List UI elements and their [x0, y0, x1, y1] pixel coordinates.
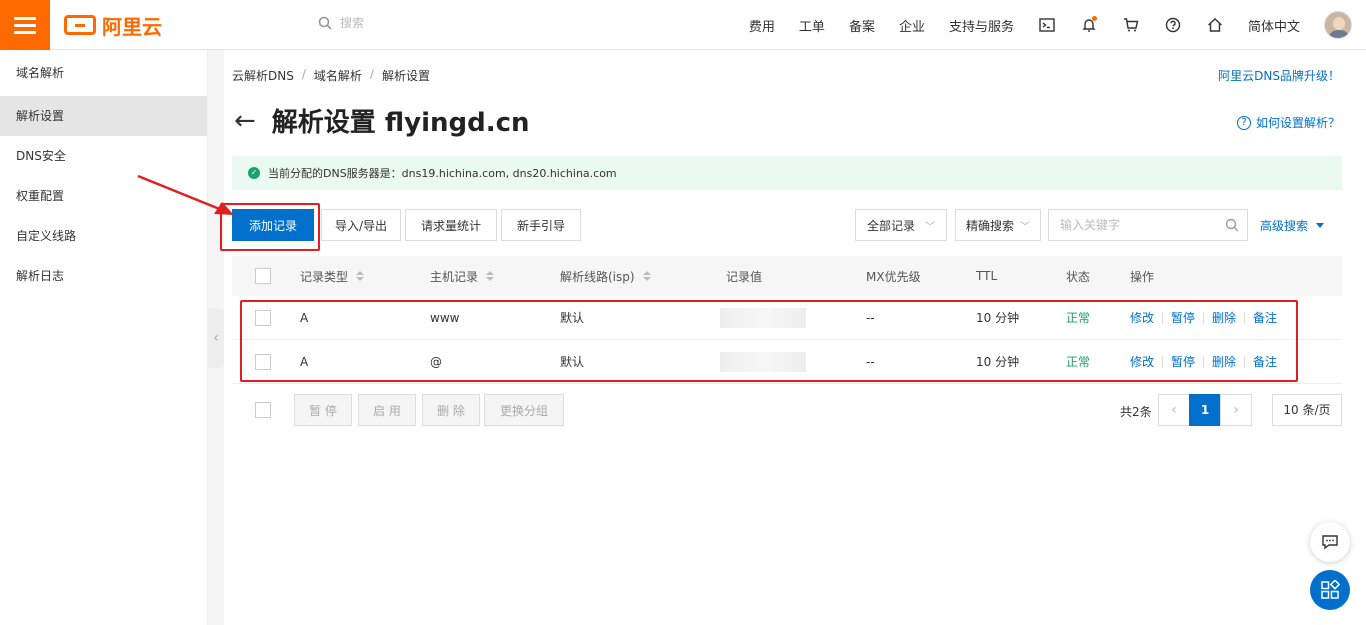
page-title-row: ← 解析设置 flyingd.cn — [234, 102, 530, 139]
chevron-left-icon: ‹ — [1171, 402, 1177, 418]
sidebar-item-resolution-settings[interactable]: 解析设置 — [0, 96, 207, 136]
page-button-current[interactable]: 1 — [1189, 394, 1221, 426]
batch-actions-bar: 暂 停 启 用 删 除 更换分组 共2条 ‹ 1 › 10 条/页 — [232, 394, 1342, 426]
hamburger-menu-button[interactable] — [0, 0, 50, 50]
col-record-type[interactable]: 记录类型 — [300, 256, 365, 296]
beginner-guide-button[interactable]: 新手引导 — [501, 209, 581, 241]
search-mode-select[interactable]: 精确搜索 ﹀ — [955, 209, 1041, 241]
advanced-search-label: 高级搜索 — [1260, 219, 1309, 233]
nav-enterprise[interactable]: 企业 — [887, 16, 937, 35]
batch-pause-button[interactable]: 暂 停 — [294, 394, 352, 426]
breadcrumb-separator: / — [369, 67, 374, 81]
global-search[interactable]: 搜索 — [318, 14, 364, 31]
language-switch[interactable]: 简体中文 — [1236, 16, 1312, 35]
chevron-down-icon: ﹀ — [925, 221, 935, 233]
keyword-placeholder: 输入关键字 — [1060, 218, 1121, 232]
sidebar-collapse-handle[interactable]: ‹ — [208, 308, 224, 368]
sidebar-item-domain-resolution[interactable]: 域名解析 — [0, 50, 207, 96]
col-value: 记录值 — [726, 269, 763, 284]
col-actions: 操作 — [1130, 269, 1155, 284]
check-circle-icon: ✓ — [248, 167, 260, 179]
search-icon[interactable] — [1225, 218, 1239, 232]
cart-icon[interactable] — [1110, 0, 1152, 50]
batch-select-checkbox[interactable] — [255, 402, 271, 418]
search-mode-value: 精确搜索 — [965, 218, 1014, 233]
page-title: 解析设置 flyingd.cn — [271, 108, 530, 138]
import-export-button[interactable]: 导入/导出 — [321, 209, 401, 241]
col-ttl: TTL — [976, 269, 998, 283]
nav-support[interactable]: 支持与服务 — [937, 16, 1026, 35]
annotation-arrow — [137, 174, 234, 215]
chevron-left-icon: ‹ — [213, 330, 219, 346]
nav-tickets[interactable]: 工单 — [787, 16, 837, 35]
apps-icon — [1321, 580, 1340, 599]
user-avatar[interactable] — [1324, 11, 1352, 39]
feedback-chat-button[interactable] — [1310, 522, 1350, 562]
col-mx: MX优先级 — [866, 269, 921, 284]
page-size-select[interactable]: 10 条/页 — [1272, 394, 1342, 426]
search-icon — [318, 16, 332, 30]
dns-server-notice: ✓ 当前分配的DNS服务器是：dns19.hichina.com, dns20.… — [232, 156, 1342, 190]
record-filter-value: 全部记录 — [866, 218, 915, 233]
breadcrumb-separator: / — [301, 67, 306, 81]
change-group-button[interactable]: 更换分组 — [484, 394, 564, 426]
col-label: 解析线路(isp) — [560, 269, 635, 284]
col-label: 记录类型 — [300, 269, 349, 284]
batch-delete-button[interactable]: 删 除 — [422, 394, 480, 426]
nav-fees[interactable]: 费用 — [737, 16, 787, 35]
sort-icon — [356, 271, 365, 281]
keyword-search-input[interactable]: 输入关键字 — [1048, 209, 1248, 241]
search-placeholder: 搜索 — [340, 16, 365, 30]
chat-icon — [1322, 535, 1338, 550]
request-stats-button[interactable]: 请求量统计 — [405, 209, 497, 241]
prev-page-button[interactable]: ‹ — [1158, 394, 1190, 426]
col-label: 主机记录 — [430, 269, 479, 284]
top-nav: 费用 工单 备案 企业 支持与服务 简体中文 — [737, 0, 1366, 50]
table-header: 记录类型 主机记录 解析线路(isp) 记录值 MX优先级 TTL 状态 操作 — [232, 256, 1342, 296]
sidebar-item-resolution-log[interactable]: 解析日志 — [0, 256, 207, 296]
aliyun-logo-icon — [64, 15, 96, 35]
select-all-checkbox[interactable] — [255, 268, 271, 284]
batch-enable-button[interactable]: 启 用 — [358, 394, 416, 426]
annotation-highlight-rows — [240, 300, 1298, 382]
pager-total: 共2条 — [1120, 405, 1152, 419]
chevron-right-icon: › — [1233, 402, 1239, 418]
brand-upgrade-link[interactable]: 阿里云DNS品牌升级！ — [1218, 67, 1340, 84]
help-icon[interactable] — [1152, 0, 1194, 50]
breadcrumb-item[interactable]: 域名解析 — [314, 67, 362, 84]
back-arrow-icon[interactable]: ← — [234, 106, 256, 136]
sort-icon — [642, 271, 651, 281]
sidebar-item-custom-line[interactable]: 自定义线路 — [0, 216, 207, 256]
question-circle-icon: ? — [1236, 115, 1251, 130]
breadcrumb-item: 解析设置 — [381, 69, 430, 83]
chevron-down-icon: ﹀ — [1020, 221, 1030, 233]
notice-text: 当前分配的DNS服务器是：dns19.hichina.com, dns20.hi… — [268, 167, 617, 180]
col-line[interactable]: 解析线路(isp) — [560, 256, 651, 296]
nav-icp[interactable]: 备案 — [837, 16, 887, 35]
logo-text: 阿里云 — [102, 14, 162, 39]
how-to-resolve-link[interactable]: ? 如何设置解析？ — [1236, 114, 1340, 131]
help-link-label: 如何设置解析？ — [1255, 116, 1340, 130]
bell-icon[interactable] — [1068, 0, 1110, 50]
sidebar: 域名解析 解析设置 DNS安全 权重配置 自定义线路 解析日志 — [0, 50, 208, 625]
breadcrumb: 云解析DNS / 域名解析 / 解析设置 — [232, 67, 430, 84]
top-bar: 阿里云 搜索 费用 工单 备案 企业 支持与服务 简体中文 — [0, 0, 1366, 50]
col-status: 状态 — [1066, 269, 1091, 284]
caret-down-icon — [1316, 223, 1325, 228]
home-icon[interactable] — [1194, 0, 1236, 50]
advanced-search-toggle[interactable]: 高级搜索 — [1260, 217, 1325, 234]
terminal-icon[interactable] — [1026, 0, 1068, 50]
next-page-button[interactable]: › — [1220, 394, 1252, 426]
record-filter-select[interactable]: 全部记录 ﹀ — [855, 209, 947, 241]
sort-icon — [486, 271, 495, 281]
col-host[interactable]: 主机记录 — [430, 256, 495, 296]
notification-dot — [1091, 16, 1097, 21]
apps-button[interactable] — [1310, 570, 1350, 610]
breadcrumb-item[interactable]: 云解析DNS — [232, 67, 294, 84]
aliyun-logo[interactable]: 阿里云 — [64, 13, 162, 39]
